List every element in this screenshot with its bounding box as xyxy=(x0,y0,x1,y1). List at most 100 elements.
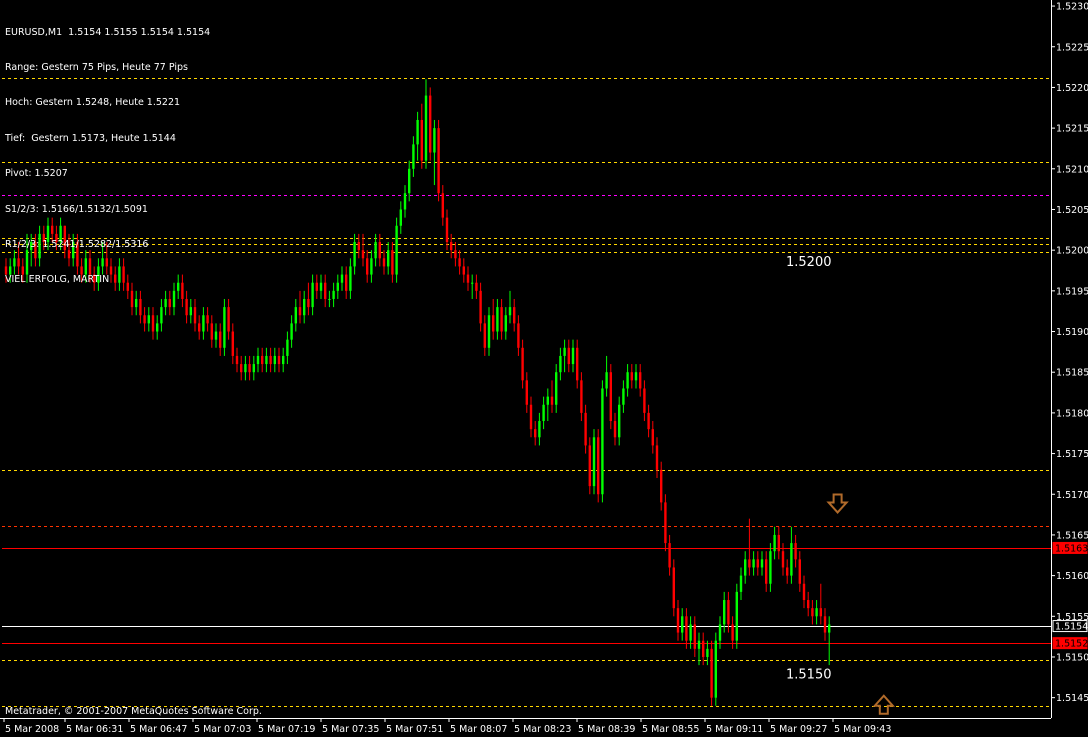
y-tick-label: 1.5225 xyxy=(1056,42,1088,53)
candle-body xyxy=(639,372,642,389)
level-label: 1.5200 xyxy=(786,255,832,270)
candle-body xyxy=(626,372,629,389)
y-tick-label: 1.5190 xyxy=(1056,327,1088,338)
candle-body xyxy=(185,298,188,316)
info-line-support: S1/2/3: 1.5166/1.5132/1.5091 xyxy=(5,203,148,215)
y-tick-label: 1.5215 xyxy=(1056,124,1088,135)
candle-body xyxy=(555,372,558,405)
candle-body xyxy=(790,543,793,576)
candle-body xyxy=(819,608,822,617)
candle-body xyxy=(660,469,663,503)
candle-body xyxy=(588,445,591,487)
candle-body xyxy=(760,559,764,568)
candle-body xyxy=(248,364,251,373)
candle-body xyxy=(492,315,495,332)
copyright-text: Metatrader, © 2001-2007 MetaQuotes Softw… xyxy=(5,706,262,717)
candle-body xyxy=(412,144,415,169)
candle-body xyxy=(349,266,352,291)
candle-body xyxy=(223,307,226,348)
y-tick-label: 1.5145 xyxy=(1056,693,1088,704)
candle-body xyxy=(450,242,453,251)
candle-body xyxy=(277,355,281,365)
candle-body xyxy=(156,323,159,332)
candle-body xyxy=(319,282,323,291)
candle-body xyxy=(811,608,814,617)
candle-body xyxy=(735,591,738,641)
candle-body xyxy=(256,355,260,365)
candle-body xyxy=(143,315,146,324)
y-tick-label: 1.5165 xyxy=(1056,530,1088,541)
candle-body xyxy=(634,372,638,381)
candle-body xyxy=(592,437,596,487)
candle-body xyxy=(744,559,747,576)
info-line-pivot: Pivot: 1.5207 xyxy=(5,168,68,180)
candle-body xyxy=(240,364,243,373)
y-tick-label: 1.5150 xyxy=(1056,652,1088,663)
info-line-low: Tief: Gestern 1.5173, Heute 1.5144 xyxy=(5,132,176,144)
candle-body xyxy=(202,315,205,332)
candle-body xyxy=(475,282,478,291)
y-tick-label: 1.5170 xyxy=(1056,490,1088,501)
candle-body xyxy=(609,372,612,422)
candle-body xyxy=(353,242,356,267)
candle-body xyxy=(756,559,759,568)
candle-body xyxy=(601,388,604,495)
candle-body xyxy=(387,250,390,267)
candle-body xyxy=(765,559,768,584)
candle-body xyxy=(517,323,520,348)
candle-body xyxy=(252,364,255,373)
candle-body xyxy=(345,274,348,291)
candle-body xyxy=(622,388,625,405)
y-tick-label: 1.5210 xyxy=(1056,164,1088,175)
candle-body xyxy=(160,307,163,324)
candle-body xyxy=(672,567,675,609)
candle-body xyxy=(370,258,373,275)
candle-body xyxy=(366,258,369,275)
candle-body xyxy=(597,437,600,495)
candle-body xyxy=(382,258,386,267)
candle-body xyxy=(655,445,659,470)
candle-body xyxy=(290,323,293,340)
candle-body xyxy=(311,282,314,308)
candle-body xyxy=(328,298,331,300)
candle-body xyxy=(315,282,318,291)
candle-body xyxy=(798,559,801,584)
candle-body xyxy=(261,355,264,365)
candle-body xyxy=(458,258,461,267)
candle-body xyxy=(584,412,587,446)
candle-body xyxy=(340,274,344,283)
y-tick-label: 1.5220 xyxy=(1056,83,1088,94)
candle-body xyxy=(731,624,734,641)
candle-body xyxy=(529,404,533,430)
x-tick-label: 5 Mar 08:07 xyxy=(450,724,507,735)
candle-body xyxy=(378,242,381,259)
candle-body xyxy=(697,640,701,649)
candle-body xyxy=(714,640,717,698)
candle-body xyxy=(483,323,486,348)
candle-body xyxy=(298,307,302,316)
info-line-symbol: EURUSD,M1 1.5154 1.5155 1.5154 1.5154 xyxy=(5,26,211,38)
candle-body xyxy=(500,307,503,332)
price-marker-label: 1.5163 xyxy=(1055,543,1088,554)
candle-body xyxy=(710,648,713,698)
y-tick-label: 1.5180 xyxy=(1056,408,1088,419)
candle-body xyxy=(769,551,772,584)
candle-body xyxy=(802,583,806,601)
candle-body xyxy=(521,347,524,381)
candle-body xyxy=(391,250,394,275)
candle-body xyxy=(534,429,537,438)
x-tick-label: 5 Mar 09:43 xyxy=(834,724,891,735)
y-tick-label: 1.5185 xyxy=(1056,368,1088,379)
candle-body xyxy=(403,193,407,210)
candle-body xyxy=(151,315,155,332)
candle-body xyxy=(513,307,516,324)
candle-body xyxy=(550,396,554,405)
candle-body xyxy=(282,355,285,365)
candle-body xyxy=(479,290,482,324)
y-tick-label: 1.5205 xyxy=(1056,205,1088,216)
candle-body xyxy=(618,404,621,438)
candle-body xyxy=(273,355,276,365)
candle-body xyxy=(576,347,579,381)
candle-body xyxy=(437,128,440,194)
candle-body xyxy=(147,315,150,324)
